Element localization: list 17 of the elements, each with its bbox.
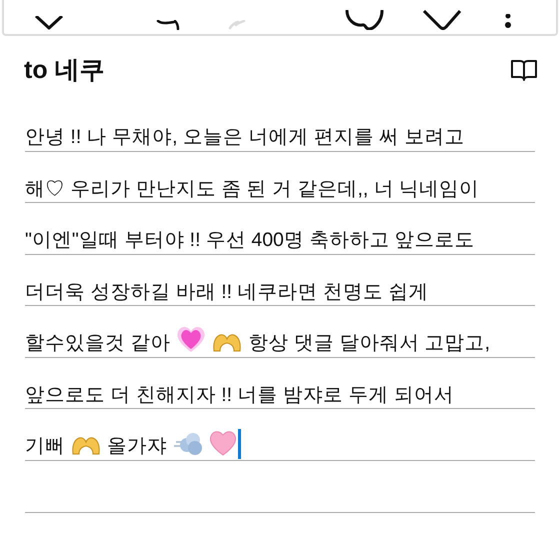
letter-text: 해♡ 우리가 만난지도 좀 된 거 같은데,, 너 닉네임이 xyxy=(25,178,480,201)
letter-text: 항상 댓글 달아줘서 고맙고, xyxy=(248,332,490,356)
palette-icon[interactable] xyxy=(344,10,386,30)
heart-icon xyxy=(209,430,237,456)
letter-text: 할수있을것 같아 xyxy=(25,332,170,356)
letter-text: 올가쟈 xyxy=(107,435,167,458)
more-icon[interactable] xyxy=(504,14,512,30)
letter-text: "이엔"일때 부터야 !! 우선 400명 축하하고 앞으로도 xyxy=(25,229,475,252)
book-icon[interactable] xyxy=(510,58,538,82)
letter-text: 기뻐 xyxy=(25,435,65,458)
letter-text: 안녕 !! 나 무채야, 오늘은 너에게 편지를 써 보려고 xyxy=(25,126,465,150)
shape-icon[interactable] xyxy=(32,16,66,30)
letter-text: 더더욱 성장하길 바래 !! 네쿠라면 천명도 쉽게 xyxy=(25,280,428,304)
tag-icon[interactable] xyxy=(422,10,462,30)
heart-icon xyxy=(176,324,206,352)
note-title: to 네쿠 xyxy=(24,58,105,82)
letter-text: 앞으로도 더 친해지자 !! 너를 밤쟈로 두게 되어서 xyxy=(25,384,454,407)
